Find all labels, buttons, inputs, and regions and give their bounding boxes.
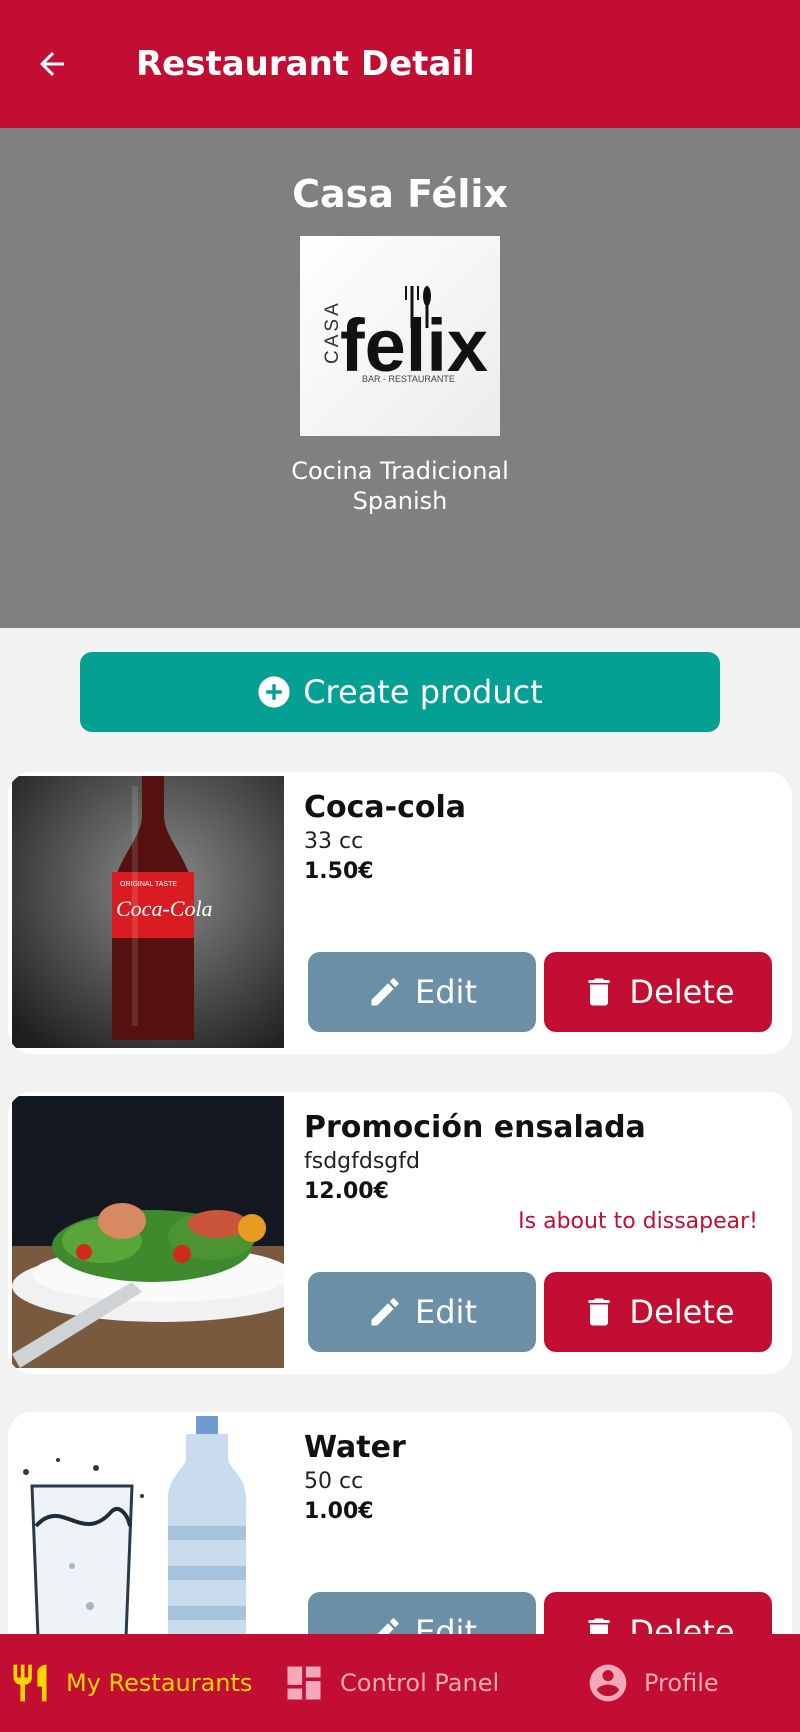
svg-text:BAR - RESTAURANTE: BAR - RESTAURANTE xyxy=(362,374,455,384)
add-circle-icon xyxy=(257,675,291,709)
fork-knife-icon xyxy=(8,1661,52,1705)
create-product-label: Create product xyxy=(303,673,543,711)
product-description: 50 cc xyxy=(304,1469,364,1494)
restaurant-name: Casa Félix xyxy=(292,172,508,216)
restaurant-header: Casa Félix CASA felix BAR - RESTAURANTE … xyxy=(0,128,800,628)
edit-label: Edit xyxy=(415,973,477,1011)
pencil-icon xyxy=(367,1294,403,1330)
expiry-warning: Is about to dissapear! xyxy=(518,1209,758,1234)
restaurant-description: Cocina Tradicional xyxy=(291,457,509,485)
product-card: ORIGINAL TASTE Coca-Cola Coca-cola 33 cc… xyxy=(8,772,792,1054)
product-card: Promoción ensalada fsdgfdsgfd 12.00€ Is … xyxy=(8,1092,792,1374)
back-button[interactable] xyxy=(24,36,80,92)
product-description: fsdgfdsgfd xyxy=(304,1149,420,1174)
nav-item-my-restaurants[interactable]: My Restaurants xyxy=(8,1634,252,1732)
nav-item-profile[interactable]: Profile xyxy=(586,1634,719,1732)
edit-button[interactable]: Edit xyxy=(308,1272,536,1352)
app-bar: Restaurant Detail xyxy=(0,0,800,128)
delete-button[interactable]: Delete xyxy=(544,1272,772,1352)
restaurant-category: Spanish xyxy=(352,487,448,515)
product-name: Water xyxy=(304,1430,406,1465)
create-product-button[interactable]: Create product xyxy=(80,652,720,732)
product-price: 1.00€ xyxy=(304,1499,374,1524)
product-name: Promoción ensalada xyxy=(304,1110,646,1145)
dashboard-icon xyxy=(282,1661,326,1705)
delete-label: Delete xyxy=(629,973,735,1011)
edit-button[interactable]: Edit xyxy=(308,952,536,1032)
arrow-left-icon xyxy=(40,52,64,76)
delete-button[interactable]: Delete xyxy=(544,952,772,1032)
delete-label: Delete xyxy=(629,1293,735,1331)
svg-text:ORIGINAL TASTE: ORIGINAL TASTE xyxy=(120,881,177,888)
restaurant-logo: CASA felix BAR - RESTAURANTE xyxy=(300,236,500,436)
nav-label: Profile xyxy=(644,1669,719,1697)
product-price: 1.50€ xyxy=(304,859,374,884)
trash-icon xyxy=(581,974,617,1010)
product-image xyxy=(12,1096,284,1368)
bottom-navigation: My Restaurants Control Panel Profile xyxy=(0,1634,800,1732)
svg-text:Coca-Cola: Coca-Cola xyxy=(116,896,213,921)
product-name: Coca-cola xyxy=(304,790,467,825)
product-image: ORIGINAL TASTE Coca-Cola xyxy=(12,776,284,1048)
pencil-icon xyxy=(367,974,403,1010)
nav-label: Control Panel xyxy=(340,1669,500,1697)
trash-icon xyxy=(581,1294,617,1330)
product-description: 33 cc xyxy=(304,829,364,854)
nav-item-control-panel[interactable]: Control Panel xyxy=(282,1634,499,1732)
edit-label: Edit xyxy=(415,1293,477,1331)
page-title: Restaurant Detail xyxy=(136,44,475,84)
account-circle-icon xyxy=(586,1661,630,1705)
product-price: 12.00€ xyxy=(304,1179,389,1204)
nav-label: My Restaurants xyxy=(66,1669,253,1697)
